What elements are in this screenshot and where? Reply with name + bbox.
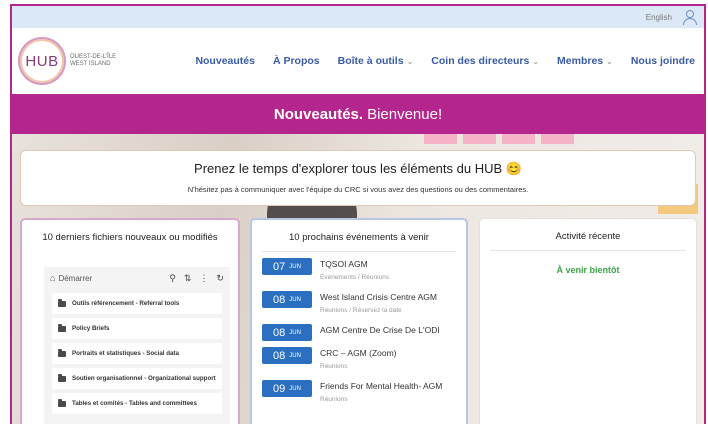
event-month: JUN xyxy=(289,263,301,270)
hero-background: Prenez le temps d'explorer tous les élém… xyxy=(12,134,704,424)
nav-label: Boîte à outils xyxy=(337,55,404,67)
explore-subtext: N'hésitez pas à communiquer avec l'équip… xyxy=(187,185,529,194)
nav-label: Nous joindre xyxy=(630,55,695,67)
nav-label: Coin des directeurs xyxy=(431,55,530,67)
chevron-down-icon: ⌄ xyxy=(606,56,613,66)
panel-title: 10 derniers fichiers nouveaux ou modifié… xyxy=(42,232,218,243)
folder-icon xyxy=(58,323,66,332)
folder-label: Outils référencement - Referral tools xyxy=(72,299,180,307)
events-panel: 10 prochains événements à venir 07 JUN TQ… xyxy=(250,218,468,424)
event-day: 08 xyxy=(273,349,286,362)
event-day: 07 xyxy=(273,260,286,273)
event-month: JUN xyxy=(289,329,301,336)
panel-title: Activité récente xyxy=(555,231,621,242)
event-month: JUN xyxy=(289,385,301,392)
nav-item-coin-des-directeurs[interactable]: Coin des directeurs ⌄ xyxy=(422,55,548,67)
explore-heading: Prenez le temps d'explorer tous les élém… xyxy=(194,161,522,176)
hero-decoration xyxy=(424,134,574,144)
page-banner: Nouveautés. Bienvenue! xyxy=(12,94,704,134)
folder-icon xyxy=(58,373,66,382)
event-category: Réunions / Réservez la date xyxy=(320,307,402,314)
activity-status: À venir bientôt xyxy=(556,265,620,275)
refresh-icon[interactable]: ↻ xyxy=(216,273,224,284)
site-logo[interactable]: HUB Ouest-de-l'Île West Island xyxy=(18,37,172,85)
more-icon[interactable]: ⋮ xyxy=(199,273,208,284)
top-utility-bar: English xyxy=(12,6,704,28)
primary-nav: Nouveautés À Propos Boîte à outils ⌄ Coin… xyxy=(186,55,704,67)
folder-label: Policy Briefs xyxy=(72,324,110,332)
event-title[interactable]: Friends For Mental Health- AGM xyxy=(320,381,442,391)
event-item[interactable]: 08 JUN AGM Centre De Crise De L'ODI xyxy=(262,324,456,347)
user-icon[interactable] xyxy=(682,9,698,25)
event-date-badge: 08 JUN xyxy=(262,347,312,364)
banner-title-bold: Nouveautés. xyxy=(273,105,364,123)
event-title[interactable]: TQSOI AGM xyxy=(320,259,389,269)
page-frame: English HUB Ouest-de-l'Île West Island N… xyxy=(10,4,706,424)
folder-icon xyxy=(58,298,66,307)
event-month: JUN xyxy=(289,352,301,359)
event-title[interactable]: CRC – AGM (Zoom) xyxy=(320,348,397,358)
activity-panel: Activité récente À venir bientôt xyxy=(479,218,697,424)
event-list: 07 JUN TQSOI AGM Événements / Réunions 08 J… xyxy=(252,252,466,413)
event-item[interactable]: 09 JUN Friends For Mental Health- AGM Réun… xyxy=(262,380,456,413)
folder-icon xyxy=(58,348,66,357)
panel-title: 10 prochains événements à venir xyxy=(289,232,429,243)
event-category: Événements / Réunions xyxy=(320,274,390,281)
search-icon[interactable]: ⚲ xyxy=(169,273,176,284)
logo-mark: HUB xyxy=(18,37,66,85)
event-date-badge: 07 JUN xyxy=(262,258,312,275)
logo-line-2: West Island xyxy=(70,61,111,67)
folder-label: Soutien organisationnel - Organizational… xyxy=(72,374,216,382)
file-browser: ⌂ Démarrer ⚲ ⇅ ⋮ ↻ Outils référencement … xyxy=(44,267,230,424)
nav-item-boite-a-outils[interactable]: Boîte à outils ⌄ xyxy=(329,55,423,67)
nav-item-a-propos[interactable]: À Propos xyxy=(264,55,329,67)
folder-item[interactable]: Policy Briefs xyxy=(52,318,222,339)
event-item[interactable]: 08 JUN CRC – AGM (Zoom) Réunions xyxy=(262,347,456,380)
event-date-badge: 08 JUN xyxy=(262,324,312,341)
chevron-down-icon: ⌄ xyxy=(532,56,540,66)
file-browser-tools: ⚲ ⇅ ⋮ ↻ xyxy=(169,273,224,284)
file-browser-toolbar: ⌂ Démarrer ⚲ ⇅ ⋮ ↻ xyxy=(44,267,230,289)
event-date-badge: 09 JUN xyxy=(262,380,312,397)
event-date-badge: 08 JUN xyxy=(262,291,312,308)
event-category: Réunions xyxy=(320,363,348,370)
event-category: Réunions xyxy=(320,396,348,403)
nav-item-nouveautes[interactable]: Nouveautés xyxy=(186,55,264,67)
home-icon[interactable]: ⌂ xyxy=(50,273,55,283)
nav-item-membres[interactable]: Membres ⌄ xyxy=(548,55,622,67)
chevron-down-icon: ⌄ xyxy=(406,56,414,66)
folder-label: Portraits et statistiques - Social data xyxy=(72,349,179,357)
breadcrumb[interactable]: Démarrer xyxy=(58,274,92,283)
folder-item[interactable]: Outils référencement - Referral tools xyxy=(52,293,222,314)
divider xyxy=(490,250,686,251)
banner-title-rest: Bienvenue! xyxy=(367,105,443,123)
event-item[interactable]: 07 JUN TQSOI AGM Événements / Réunions xyxy=(262,258,456,291)
event-day: 08 xyxy=(273,326,286,339)
event-day: 09 xyxy=(273,382,286,395)
event-title[interactable]: AGM Centre De Crise De L'ODI xyxy=(320,325,440,335)
folder-label: Tables et comités - Tables and committee… xyxy=(72,399,197,407)
nav-label: Nouveautés xyxy=(195,55,255,67)
event-month: JUN xyxy=(289,296,301,303)
files-panel: 10 derniers fichiers nouveaux ou modifié… xyxy=(20,218,240,424)
main-navbar: HUB Ouest-de-l'Île West Island Nouveauté… xyxy=(12,28,704,94)
sort-icon[interactable]: ⇅ xyxy=(184,273,192,284)
event-item[interactable]: 08 JUN West Island Crisis Centre AGM Réuni… xyxy=(262,291,456,324)
folder-item[interactable]: Tables et comités - Tables and committee… xyxy=(52,393,222,414)
nav-item-nous-joindre[interactable]: Nous joindre xyxy=(622,55,704,67)
language-link[interactable]: English xyxy=(646,13,672,22)
nav-label: À Propos xyxy=(272,55,320,67)
logo-text: Ouest-de-l'Île West Island xyxy=(70,54,116,68)
nav-label: Membres xyxy=(557,55,604,67)
folder-icon xyxy=(58,398,66,407)
folder-item[interactable]: Soutien organisationnel - Organizational… xyxy=(52,368,222,389)
explore-card: Prenez le temps d'explorer tous les élém… xyxy=(20,150,696,206)
event-title[interactable]: West Island Crisis Centre AGM xyxy=(320,292,437,302)
logo-line-1: Ouest-de-l'Île xyxy=(70,54,117,60)
event-day: 08 xyxy=(273,293,286,306)
folder-item[interactable]: Portraits et statistiques - Social data xyxy=(52,343,222,364)
